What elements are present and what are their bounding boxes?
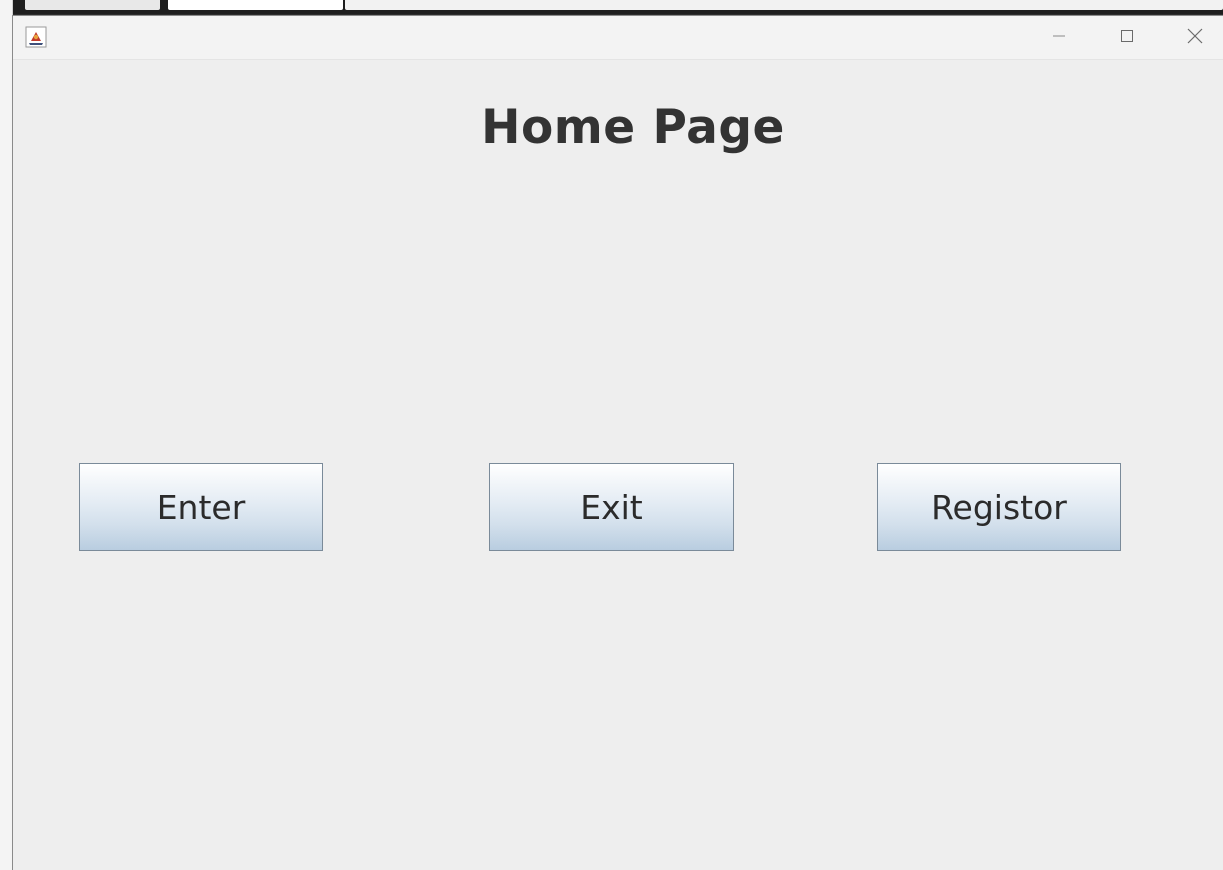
page-title: Home Page	[481, 100, 785, 155]
maximize-button[interactable]	[1093, 16, 1161, 59]
minimize-button[interactable]	[1025, 16, 1093, 59]
enter-button[interactable]: Enter	[79, 463, 323, 551]
home-page-window: Home Page Enter Exit Registor	[12, 15, 1223, 870]
exit-button[interactable]: Exit	[489, 463, 734, 551]
maximize-icon	[1119, 28, 1135, 48]
background-tab	[345, 0, 1223, 10]
registor-button-label: Registor	[931, 487, 1067, 527]
background-tab	[25, 0, 160, 10]
close-icon	[1186, 27, 1204, 49]
minimize-icon	[1051, 28, 1067, 48]
registor-button[interactable]: Registor	[877, 463, 1121, 551]
java-app-icon[interactable]	[25, 26, 47, 48]
exit-button-label: Exit	[580, 487, 643, 527]
close-button[interactable]	[1161, 16, 1223, 59]
background-editor-tabs	[0, 0, 1223, 14]
background-tab	[168, 0, 343, 10]
title-bar[interactable]	[13, 16, 1223, 60]
enter-button-label: Enter	[156, 487, 246, 527]
